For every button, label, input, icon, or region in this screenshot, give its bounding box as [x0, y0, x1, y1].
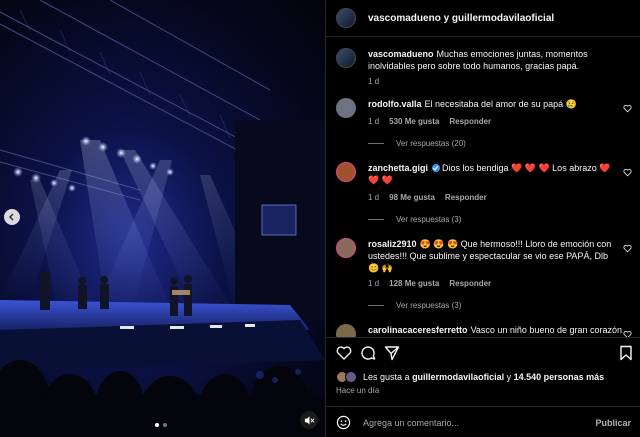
avatar[interactable]: [336, 324, 356, 337]
comments-list[interactable]: vascomadueno Muchas emociones juntas, mom…: [326, 37, 640, 337]
avatar[interactable]: [336, 162, 356, 182]
post-header: vascomadueno y guillermodavilaoficial: [326, 0, 640, 37]
publish-button[interactable]: Publicar: [595, 418, 631, 428]
heart-icon[interactable]: [623, 330, 632, 337]
comment-likes[interactable]: 98 Me gusta: [389, 193, 435, 202]
caption-time: 1 d: [368, 77, 380, 86]
comment-username[interactable]: zanchetta.gigi: [368, 163, 428, 173]
comment-time: 1 d: [368, 279, 380, 288]
post-actions: Les gusta a guillermodavilaoficial y 14.…: [326, 337, 640, 437]
reply-button[interactable]: Responder: [445, 193, 487, 202]
verified-badge-icon: [432, 164, 441, 172]
avatar[interactable]: [336, 98, 356, 118]
comment-username[interactable]: rodolfo.valla: [368, 99, 422, 109]
likes-summary[interactable]: Les gusta a guillermodavilaoficial y 14.…: [336, 371, 604, 383]
comment-composer: Publicar: [326, 406, 640, 437]
mute-button[interactable]: [300, 411, 318, 429]
likes-user[interactable]: guillermodavilaoficial: [412, 372, 504, 382]
heart-icon[interactable]: [623, 244, 632, 253]
avatar: [345, 371, 357, 383]
slide-dot: [155, 423, 159, 427]
reply-button[interactable]: Responder: [449, 117, 491, 126]
instagram-post-view: vascomadueno y guillermodavilaoficial va…: [0, 0, 640, 437]
comment-username[interactable]: carolinacaceresferretto: [368, 325, 468, 335]
post-side-panel: vascomadueno y guillermodavilaoficial va…: [325, 0, 640, 437]
comment-item: rodolfo.valla El necesitaba del amor de s…: [336, 98, 636, 154]
save-button[interactable]: [618, 345, 634, 361]
comment-text: Vasco un niño bueno de gran corazón: [470, 325, 623, 335]
post-media[interactable]: [0, 0, 325, 437]
comment-likes[interactable]: 530 Me gusta: [389, 117, 439, 126]
post-authors[interactable]: vascomadueno y guillermodavilaoficial: [368, 13, 554, 24]
emoji-icon[interactable]: [336, 415, 351, 430]
heart-icon[interactable]: [623, 168, 632, 177]
caption: vascomadueno Muchas emociones juntas, mom…: [336, 48, 636, 96]
comment-item: carolinacaceresferretto Vasco un niño bue…: [336, 324, 636, 337]
comment-item: rosaliz2910 😍 😍 😍 Que hermoso!!! Lloro de…: [336, 238, 636, 318]
chevron-left-icon: [9, 213, 14, 221]
caption-username[interactable]: vascomadueno: [368, 49, 434, 59]
view-replies-button[interactable]: Ver respuestas (3): [368, 301, 461, 310]
comment-item: zanchetta.gigi Dios los bendiga ❤️ ❤️ ❤️ …: [336, 162, 636, 232]
slide-indicator: [155, 423, 167, 427]
like-button[interactable]: [336, 345, 352, 361]
comment-input[interactable]: [363, 417, 596, 428]
concert-photo: [0, 0, 325, 437]
comment-likes[interactable]: 128 Me gusta: [389, 279, 439, 288]
comment-time: 1 d: [368, 117, 380, 126]
speaker-muted-icon: [304, 415, 314, 425]
heart-icon[interactable]: [623, 104, 632, 113]
view-replies-button[interactable]: Ver respuestas (3): [368, 215, 461, 224]
view-replies-button[interactable]: Ver respuestas (20): [368, 139, 466, 148]
share-button[interactable]: [384, 345, 400, 361]
comment-button[interactable]: [360, 345, 376, 361]
author-avatar[interactable]: [336, 8, 356, 28]
avatar[interactable]: [336, 48, 356, 68]
reply-button[interactable]: Responder: [449, 279, 491, 288]
avatar[interactable]: [336, 238, 356, 258]
likes-prefix: Les gusta a: [363, 372, 410, 382]
likes-others[interactable]: 14.540 personas más: [514, 372, 605, 382]
comment-time: 1 d: [368, 193, 380, 202]
previous-slide-button[interactable]: [4, 209, 20, 225]
post-time: Hace un día: [336, 386, 380, 395]
comment-username[interactable]: rosaliz2910: [368, 239, 417, 249]
likes-connector: y: [506, 372, 512, 382]
slide-dot: [163, 423, 167, 427]
comment-text: El necesitaba del amor de su papá 😢: [424, 99, 577, 109]
